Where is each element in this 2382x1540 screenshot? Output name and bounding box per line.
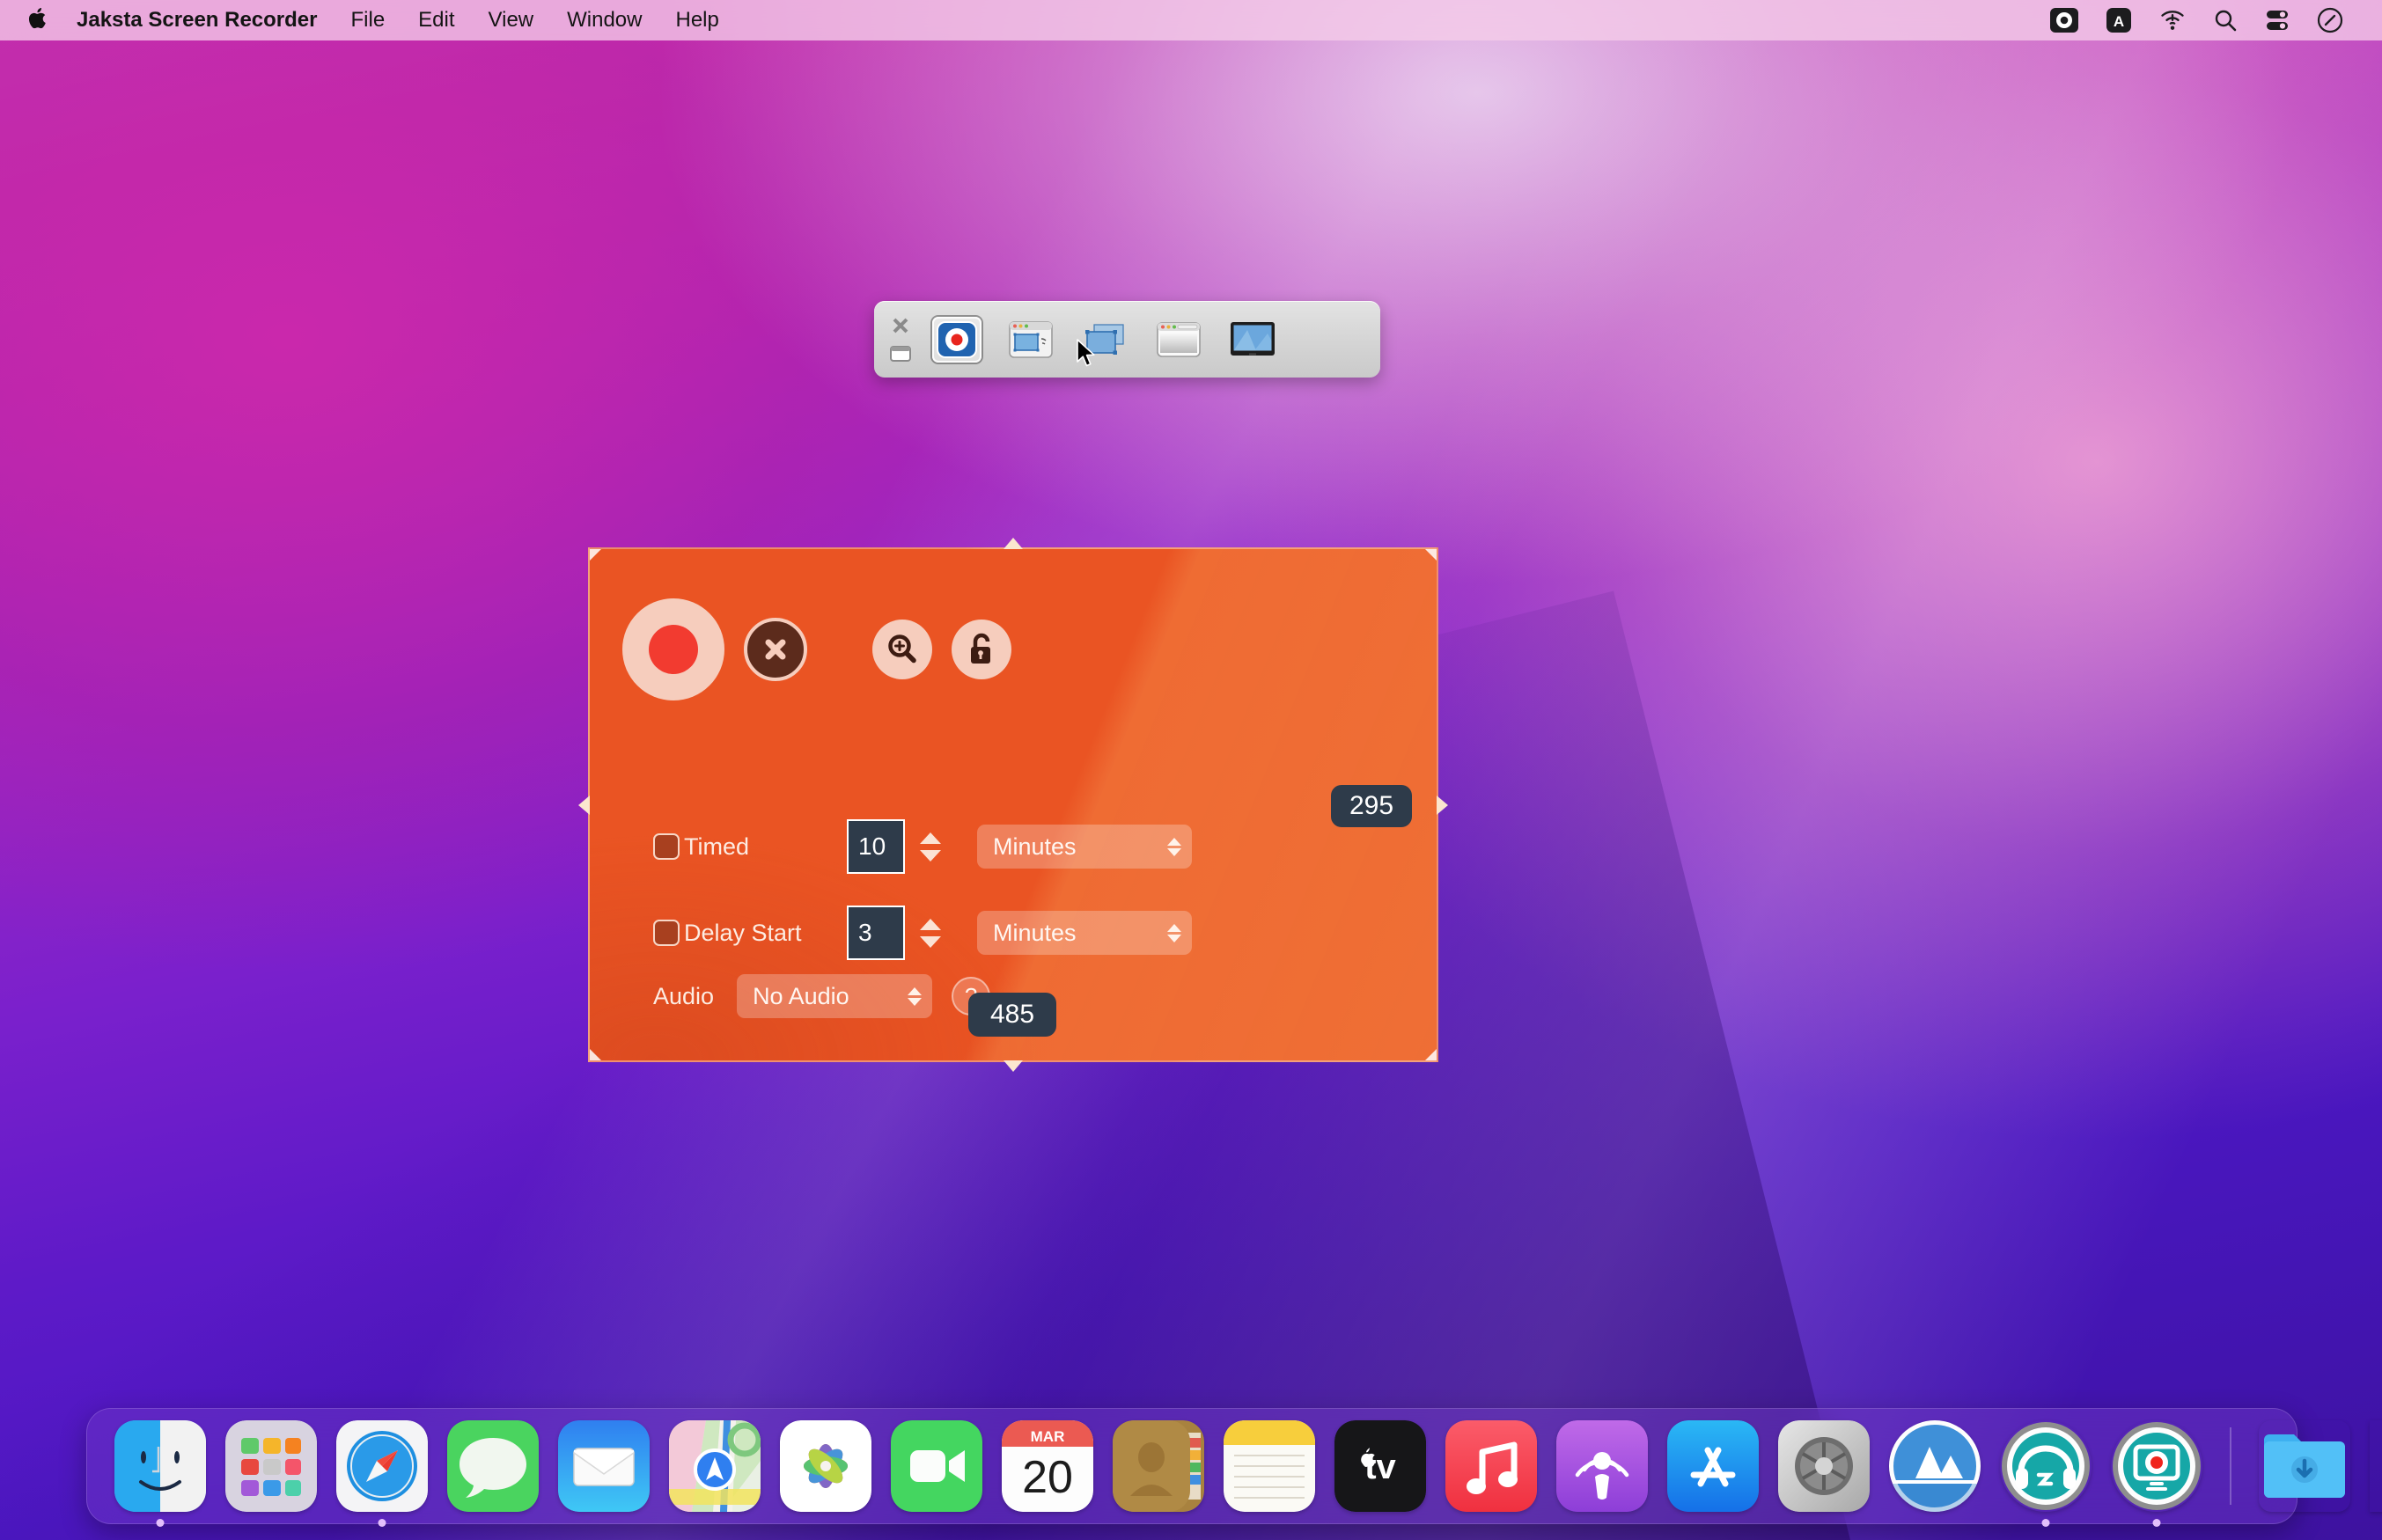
running-indicator bbox=[2042, 1519, 2050, 1527]
record-dot-icon bbox=[649, 625, 698, 674]
record-window-button[interactable] bbox=[1154, 317, 1203, 363]
close-x-icon[interactable] bbox=[890, 317, 911, 334]
siri-icon[interactable] bbox=[2317, 7, 2343, 33]
text-input-a-icon[interactable]: A bbox=[2106, 7, 2132, 33]
dock-item-messages[interactable] bbox=[442, 1415, 544, 1517]
dock-item-trash[interactable] bbox=[2364, 1415, 2382, 1517]
zoom-button[interactable] bbox=[872, 620, 932, 679]
window-mini-icon[interactable] bbox=[890, 345, 911, 363]
dock-item-launchpad[interactable] bbox=[220, 1415, 322, 1517]
record-region-in-window-button[interactable] bbox=[1006, 317, 1055, 363]
capture-toolbar-side-controls bbox=[874, 301, 920, 378]
region-resize-handle-bottom[interactable] bbox=[1004, 1060, 1023, 1072]
menu-bar: Jaksta Screen Recorder File Edit View Wi… bbox=[0, 0, 2382, 40]
select-region-button[interactable] bbox=[1080, 317, 1129, 363]
menu-item-view[interactable]: View bbox=[472, 6, 551, 34]
menu-item-window[interactable]: Window bbox=[550, 6, 658, 34]
chevron-updown-icon bbox=[1167, 924, 1181, 942]
menu-item-file[interactable]: File bbox=[335, 6, 402, 34]
running-indicator bbox=[157, 1519, 165, 1527]
delay-start-stepper[interactable] bbox=[917, 906, 944, 960]
timed-label: Timed bbox=[684, 833, 749, 861]
dock-item-facetime[interactable] bbox=[886, 1415, 988, 1517]
stepper-down-icon[interactable] bbox=[920, 936, 941, 948]
stepper-up-icon[interactable] bbox=[920, 832, 941, 844]
delay-start-label: Delay Start bbox=[684, 920, 802, 947]
svg-text:20: 20 bbox=[1022, 1452, 1073, 1503]
lock-aspect-button[interactable] bbox=[952, 620, 1011, 679]
region-corner-top-left[interactable] bbox=[590, 549, 601, 561]
delay-start-unit-dropdown[interactable]: Minutes bbox=[977, 911, 1192, 955]
wifi-warning-icon[interactable] bbox=[2158, 9, 2187, 32]
dock-item-music[interactable] bbox=[1440, 1415, 1542, 1517]
region-corner-bottom-right[interactable] bbox=[1425, 1049, 1437, 1060]
timed-checkbox[interactable] bbox=[653, 833, 680, 860]
region-resize-handle-top[interactable] bbox=[1004, 538, 1023, 549]
running-indicator bbox=[379, 1519, 386, 1527]
dock-item-calendar[interactable]: MAR 20 bbox=[996, 1415, 1099, 1517]
control-center-icon[interactable] bbox=[2264, 8, 2290, 33]
magnifier-plus-icon bbox=[885, 632, 920, 667]
delay-start-row: Delay Start 3 Minutes bbox=[590, 899, 1437, 966]
recording-controls bbox=[622, 598, 1011, 700]
chevron-updown-icon bbox=[908, 987, 922, 1006]
dock-item-jaksta-music-recorder[interactable] bbox=[1995, 1415, 2097, 1517]
stepper-down-icon[interactable] bbox=[920, 850, 941, 862]
svg-text:MAR: MAR bbox=[1031, 1428, 1065, 1445]
dock-item-downloads[interactable] bbox=[2253, 1415, 2356, 1517]
dock-item-contacts[interactable] bbox=[1107, 1415, 1209, 1517]
dock-item-jaksta-screen-recorder[interactable] bbox=[2106, 1415, 2208, 1517]
running-indicator bbox=[2153, 1519, 2161, 1527]
stepper-up-icon[interactable] bbox=[920, 919, 941, 930]
spotlight-search-icon[interactable] bbox=[2213, 8, 2238, 33]
region-corner-top-right[interactable] bbox=[1425, 549, 1437, 561]
chevron-updown-icon bbox=[1167, 838, 1181, 856]
delay-start-value-input[interactable]: 3 bbox=[847, 906, 905, 960]
dock: MAR 20 bbox=[86, 1408, 2297, 1524]
cancel-button[interactable] bbox=[744, 618, 807, 681]
region-height-badge: 485 bbox=[968, 993, 1056, 1037]
record-button[interactable] bbox=[622, 598, 724, 700]
capture-toolbar bbox=[874, 301, 1380, 378]
delay-start-checkbox[interactable] bbox=[653, 920, 680, 946]
dock-item-tv[interactable]: tv bbox=[1329, 1415, 1431, 1517]
timed-row: Timed 10 Minutes bbox=[590, 813, 1437, 880]
region-width-badge: 295 bbox=[1331, 785, 1412, 827]
dock-item-maps[interactable] bbox=[664, 1415, 766, 1517]
apple-logo-icon[interactable] bbox=[19, 4, 60, 37]
dock-item-notes[interactable] bbox=[1218, 1415, 1320, 1517]
dock-item-safari[interactable] bbox=[331, 1415, 433, 1517]
timed-unit-value: Minutes bbox=[993, 833, 1077, 861]
svg-text:tv: tv bbox=[1364, 1448, 1396, 1486]
audio-source-value: No Audio bbox=[753, 983, 849, 1010]
record-target-button[interactable] bbox=[932, 317, 981, 363]
recording-region-overlay[interactable]: Timed 10 Minutes Delay Start 3 bbox=[588, 547, 1438, 1062]
timed-value-input[interactable]: 10 bbox=[847, 819, 905, 874]
dock-item-jaksta-downloader[interactable] bbox=[1884, 1415, 1986, 1517]
menu-app-name[interactable]: Jaksta Screen Recorder bbox=[60, 6, 335, 34]
menu-item-help[interactable]: Help bbox=[658, 6, 735, 34]
timed-unit-dropdown[interactable]: Minutes bbox=[977, 825, 1192, 869]
svg-text:A: A bbox=[2114, 13, 2124, 30]
dock-item-system-preferences[interactable] bbox=[1773, 1415, 1875, 1517]
dock-item-podcasts[interactable] bbox=[1551, 1415, 1653, 1517]
dock-item-photos[interactable] bbox=[775, 1415, 877, 1517]
dock-item-app-store[interactable] bbox=[1662, 1415, 1764, 1517]
audio-source-dropdown[interactable]: No Audio bbox=[737, 974, 932, 1018]
timed-stepper[interactable] bbox=[917, 819, 944, 874]
dock-separator bbox=[2230, 1427, 2231, 1505]
menu-item-edit[interactable]: Edit bbox=[401, 6, 471, 34]
delay-start-unit-value: Minutes bbox=[993, 920, 1077, 947]
region-corner-bottom-left[interactable] bbox=[590, 1049, 601, 1060]
audio-label: Audio bbox=[653, 983, 714, 1010]
screen-recorder-menu-icon[interactable] bbox=[2049, 7, 2079, 33]
record-fullscreen-button[interactable] bbox=[1228, 317, 1277, 363]
close-x-icon bbox=[761, 634, 790, 664]
unlocked-padlock-icon bbox=[965, 632, 998, 667]
region-resize-handle-right[interactable] bbox=[1437, 796, 1448, 815]
dock-item-finder[interactable] bbox=[109, 1415, 211, 1517]
region-resize-handle-left[interactable] bbox=[578, 796, 590, 815]
dock-item-mail[interactable] bbox=[553, 1415, 655, 1517]
